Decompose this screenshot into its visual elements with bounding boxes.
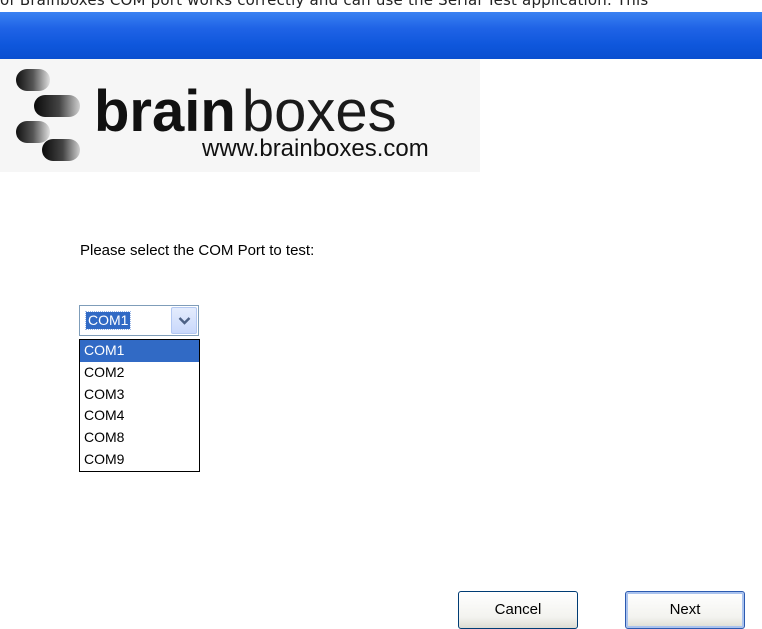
brainboxes-logo-icon — [16, 69, 80, 161]
clipped-header-text: of Brainboxes COM port works correctly a… — [0, 0, 649, 9]
brand-logo-panel: brain boxes www.brainboxes.com — [0, 59, 480, 172]
brand-wordmark: brain boxes — [94, 83, 397, 141]
brand-url: www.brainboxes.com — [202, 135, 429, 162]
cancel-button[interactable]: Cancel — [458, 591, 578, 629]
dropdown-option[interactable]: COM2 — [80, 362, 199, 384]
com-port-combobox[interactable]: COM1 — [79, 305, 199, 336]
dropdown-option[interactable]: COM4 — [80, 405, 199, 427]
window-titlebar — [0, 12, 762, 59]
chevron-down-icon — [178, 317, 191, 325]
com-port-prompt: Please select the COM Port to test: — [80, 242, 315, 259]
com-port-dropdown-list: COM1 COM2 COM3 COM4 COM8 COM9 — [79, 339, 200, 472]
dropdown-option[interactable]: COM9 — [80, 449, 199, 471]
dropdown-option[interactable]: COM3 — [80, 384, 199, 406]
combobox-dropdown-button[interactable] — [171, 307, 197, 334]
dropdown-option[interactable]: COM1 — [80, 340, 199, 362]
next-button[interactable]: Next — [625, 591, 745, 629]
dropdown-option[interactable]: COM8 — [80, 427, 199, 449]
combobox-selected-value: COM1 — [84, 311, 132, 330]
clipped-header-text-strip: of Brainboxes COM port works correctly a… — [0, 0, 762, 12]
